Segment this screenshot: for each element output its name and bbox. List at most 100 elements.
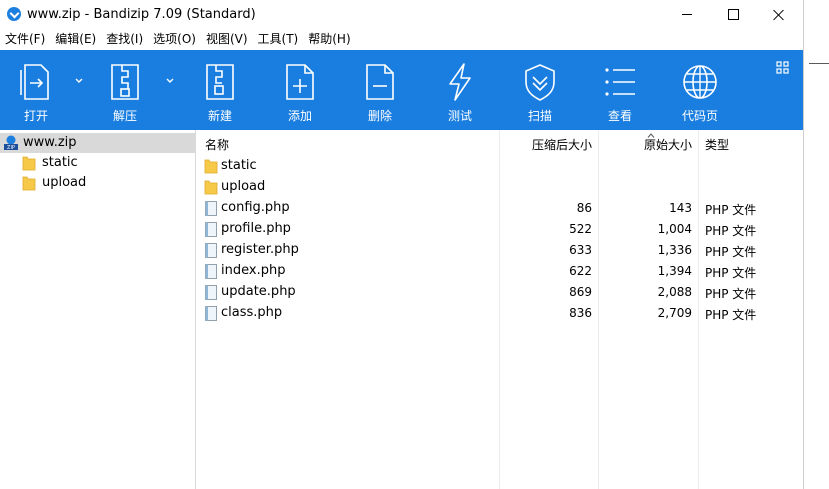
scan-label: 扫描 (527, 109, 552, 123)
table-row[interactable]: register.php 633 1,336 PHP 文件 (196, 240, 803, 261)
maximize-icon (727, 9, 739, 20)
file-type: PHP 文件 (705, 245, 757, 259)
table-row[interactable]: static (196, 156, 803, 177)
file-name: update.php (221, 284, 296, 299)
tree-item-root[interactable]: ZIP www.zip (0, 133, 195, 153)
original-size: 1,336 (657, 243, 692, 257)
svg-text:ZIP: ZIP (7, 145, 15, 151)
minimize-icon (682, 14, 692, 15)
tree-item-label: upload (42, 175, 87, 190)
column-header-type[interactable]: 类型 (705, 136, 729, 153)
menu-options[interactable]: 选项(O) (148, 29, 201, 50)
delete-button[interactable]: 删除 (344, 50, 416, 130)
folder-icon (22, 156, 36, 171)
tree-root-label: www.zip (23, 135, 77, 150)
extract-dropdown-chevron-icon[interactable] (163, 74, 177, 88)
globe-icon (683, 65, 717, 99)
menu-bar: 文件(F) 编辑(E) 查找(I) 选项(O) 视图(V) 工具(T) 帮助(H… (0, 29, 803, 50)
file-type: PHP 文件 (705, 203, 757, 217)
php-file-icon (205, 201, 217, 216)
table-row[interactable]: update.php 869 2,088 PHP 文件 (196, 282, 803, 303)
file-name: class.php (221, 305, 283, 320)
table-row[interactable]: config.php 86 143 PHP 文件 (196, 198, 803, 219)
original-size: 1,004 (657, 222, 692, 236)
file-name: profile.php (221, 221, 291, 236)
column-header-name[interactable]: 名称 (205, 136, 229, 153)
tree-item-static[interactable]: static (0, 153, 195, 173)
add-label: 添加 (287, 109, 312, 123)
new-button[interactable]: 新建 (184, 50, 256, 130)
tree-item-label: static (42, 155, 78, 170)
extract-label: 解压 (112, 109, 137, 123)
original-size: 143 (669, 201, 692, 215)
table-row[interactable]: upload (196, 177, 803, 198)
folder-icon (204, 180, 218, 195)
column-header-row: 名称 压缩后大小 原始大小 类型 (196, 133, 803, 155)
file-list: 名称 压缩后大小 原始大小 类型 static upload config.ph… (196, 130, 803, 489)
table-row[interactable]: profile.php 522 1,004 PHP 文件 (196, 219, 803, 240)
compressed-size: 622 (569, 264, 592, 278)
compressed-size: 633 (569, 243, 592, 257)
menu-find[interactable]: 查找(I) (101, 29, 148, 50)
test-button[interactable]: 测试 (424, 50, 496, 130)
file-type: PHP 文件 (705, 308, 757, 322)
menu-file[interactable]: 文件(F) (0, 29, 50, 50)
new-archive-icon (206, 64, 234, 100)
extract-zipper-icon (111, 64, 139, 100)
minimize-button[interactable] (664, 0, 710, 29)
toolbar: 打开 解压 新建 添加 删除 测试 扫描 查看 代码页 (0, 50, 803, 130)
close-button[interactable] (756, 0, 802, 29)
table-row[interactable]: class.php 836 2,709 PHP 文件 (196, 303, 803, 324)
codepage-button[interactable]: 代码页 (664, 50, 736, 130)
compressed-size: 869 (569, 285, 592, 299)
background-divider (809, 63, 829, 64)
shield-icon (525, 64, 555, 101)
view-button[interactable]: 查看 (584, 50, 656, 130)
php-file-icon (205, 306, 217, 321)
open-button[interactable]: 打开 (0, 50, 72, 130)
table-row[interactable]: index.php 622 1,394 PHP 文件 (196, 261, 803, 282)
bandizip-app-icon (7, 7, 21, 21)
maximize-button[interactable] (710, 0, 756, 29)
compressed-size: 86 (576, 201, 592, 215)
layout-grid-icon[interactable] (776, 61, 790, 75)
list-view-icon (605, 68, 635, 96)
open-dropdown-chevron-icon[interactable] (72, 74, 86, 88)
file-type: PHP 文件 (705, 287, 757, 301)
extract-button[interactable]: 解压 (89, 50, 161, 130)
delete-label: 删除 (367, 109, 392, 123)
column-header-original-size[interactable]: 原始大小 (596, 136, 692, 153)
file-name: upload (221, 179, 266, 194)
column-header-compressed-size[interactable]: 压缩后大小 (496, 136, 592, 153)
file-type: PHP 文件 (705, 224, 757, 238)
file-name: static (221, 158, 257, 173)
close-icon (773, 9, 785, 21)
tree-item-upload[interactable]: upload (0, 173, 195, 193)
original-size: 1,394 (657, 264, 692, 278)
menu-help[interactable]: 帮助(H) (303, 29, 355, 50)
folder-tree: ZIP www.zip static upload (0, 130, 196, 489)
open-archive-icon (20, 64, 49, 100)
file-type: PHP 文件 (705, 266, 757, 280)
folder-icon (22, 176, 36, 191)
php-file-icon (205, 222, 217, 237)
title-bar: www.zip - Bandizip 7.09 (Standard) (0, 0, 803, 29)
add-file-icon (286, 64, 314, 100)
add-button[interactable]: 添加 (264, 50, 336, 130)
scan-button[interactable]: 扫描 (504, 50, 576, 130)
original-size: 2,709 (657, 306, 692, 320)
php-file-icon (205, 243, 217, 258)
view-label: 查看 (607, 109, 632, 123)
menu-tools[interactable]: 工具(T) (253, 29, 304, 50)
open-label: 打开 (23, 109, 48, 123)
codepage-label: 代码页 (681, 109, 718, 123)
file-name: register.php (221, 242, 299, 257)
delete-file-icon (366, 64, 394, 100)
lightning-icon (449, 63, 471, 101)
test-label: 测试 (447, 109, 472, 123)
original-size: 2,088 (657, 285, 692, 299)
zip-archive-icon: ZIP (4, 135, 18, 151)
menu-edit[interactable]: 编辑(E) (50, 29, 101, 50)
menu-view[interactable]: 视图(V) (201, 29, 253, 50)
file-name: index.php (221, 263, 286, 278)
